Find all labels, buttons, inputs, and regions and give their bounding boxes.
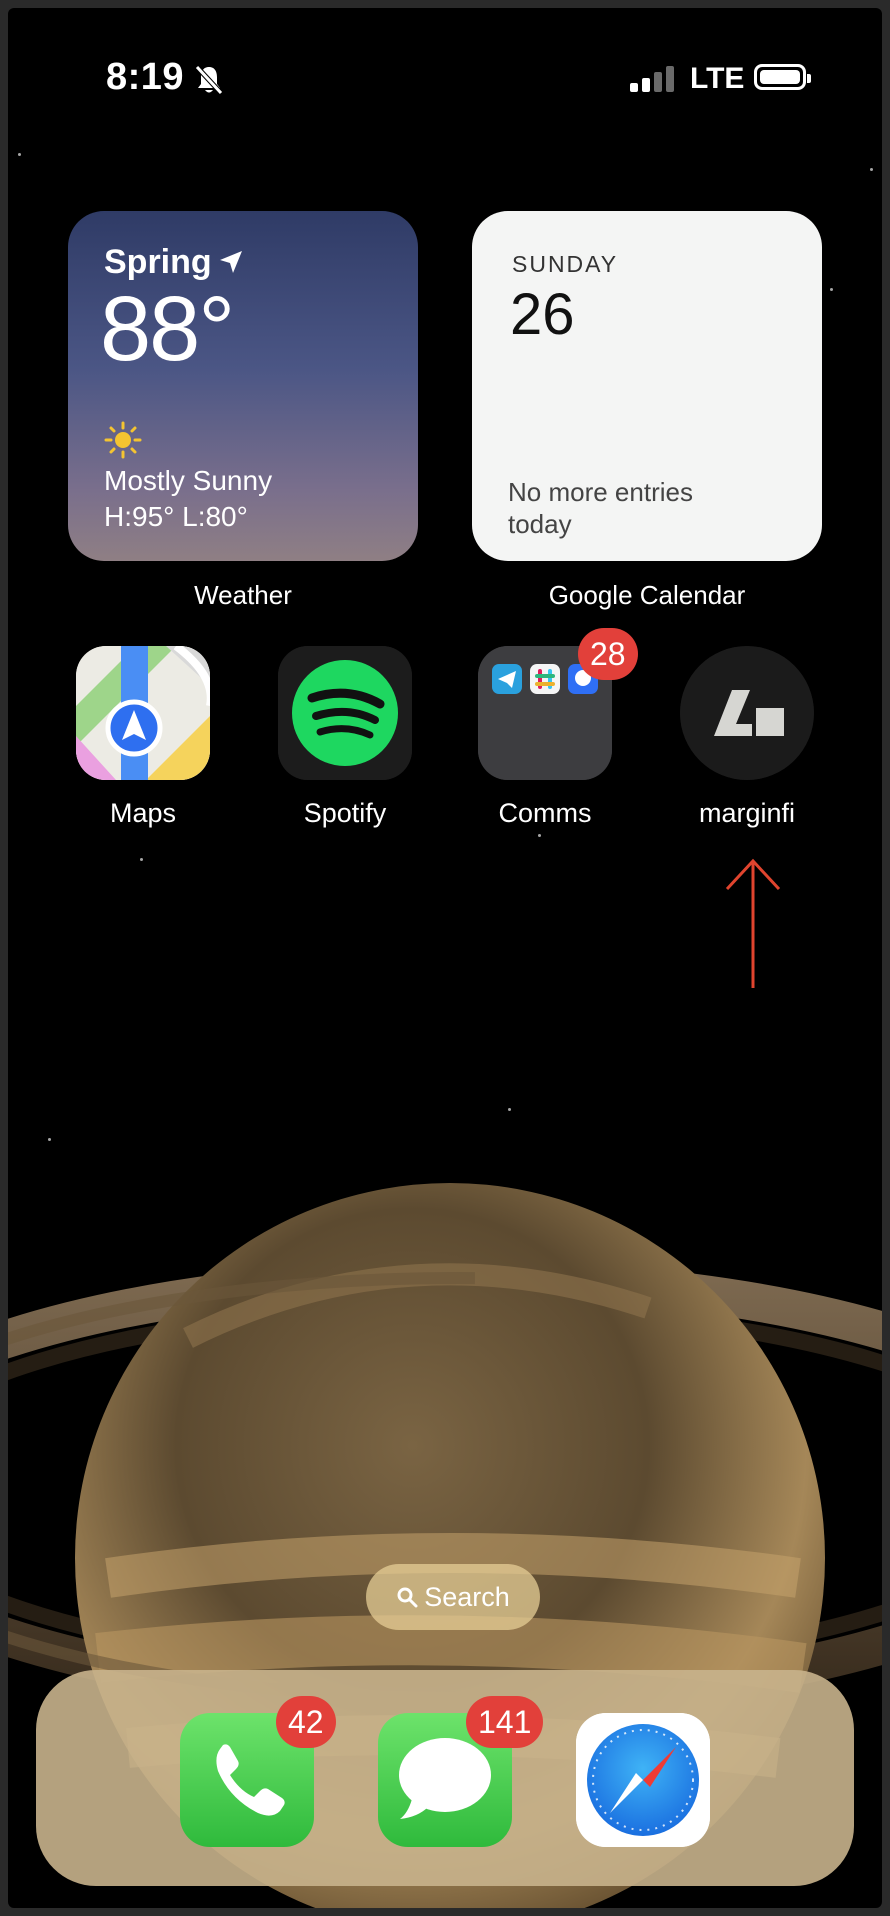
notification-badge: 141 bbox=[466, 1696, 544, 1748]
spotify-app[interactable] bbox=[278, 646, 412, 780]
maps-icon bbox=[76, 646, 210, 780]
star bbox=[870, 168, 873, 171]
calendar-widget-label: Google Calendar bbox=[548, 580, 746, 610]
safari-app[interactable] bbox=[576, 1713, 710, 1847]
status-bar: 8:19 LTE bbox=[8, 8, 882, 148]
marginfi-icon bbox=[680, 646, 814, 780]
sun-icon bbox=[104, 421, 142, 459]
weather-temperature: 88° bbox=[100, 278, 235, 380]
network-type: LTE bbox=[690, 62, 745, 95]
weather-widget-label: Weather bbox=[194, 580, 292, 610]
star bbox=[140, 858, 143, 861]
calendar-weekday: SUNDAY bbox=[512, 251, 619, 277]
phone-screen: 8:19 LTE Spring 88° Mostly Sunny H:95° L… bbox=[8, 8, 882, 1908]
notification-badge: 28 bbox=[578, 628, 638, 680]
weather-high-low: H:95° L:80° bbox=[104, 501, 248, 532]
safari-icon bbox=[576, 1713, 710, 1847]
weather-widget[interactable]: Spring 88° Mostly Sunny H:95° L:80° bbox=[68, 211, 418, 561]
cellular-signal-icon bbox=[630, 66, 674, 92]
star bbox=[538, 834, 541, 837]
spotify-icon bbox=[278, 646, 412, 780]
annotation-arrow-icon bbox=[725, 858, 781, 988]
search-label: Search bbox=[424, 1582, 510, 1612]
battery-icon bbox=[754, 64, 811, 90]
maps-app[interactable] bbox=[76, 646, 210, 780]
app-label: Maps bbox=[109, 798, 177, 828]
search-button[interactable]: Search bbox=[366, 1564, 540, 1630]
app-label: marginfi bbox=[698, 798, 796, 828]
bell-slash-icon bbox=[195, 65, 223, 95]
location-arrow-icon bbox=[220, 251, 242, 273]
app-label: Spotify bbox=[303, 798, 387, 828]
calendar-widget[interactable]: SUNDAY 26 No more entries today bbox=[472, 211, 822, 561]
marginfi-app[interactable] bbox=[680, 646, 814, 780]
clock: 8:19 bbox=[106, 56, 185, 98]
search-icon bbox=[396, 1566, 418, 1632]
weather-condition: Mostly Sunny bbox=[104, 465, 273, 496]
calendar-date: 26 bbox=[510, 282, 575, 347]
app-label: Comms bbox=[498, 798, 592, 828]
notification-badge: 42 bbox=[276, 1696, 336, 1748]
calendar-message: No more entries today bbox=[508, 477, 693, 539]
star bbox=[830, 288, 833, 291]
star bbox=[18, 153, 21, 156]
